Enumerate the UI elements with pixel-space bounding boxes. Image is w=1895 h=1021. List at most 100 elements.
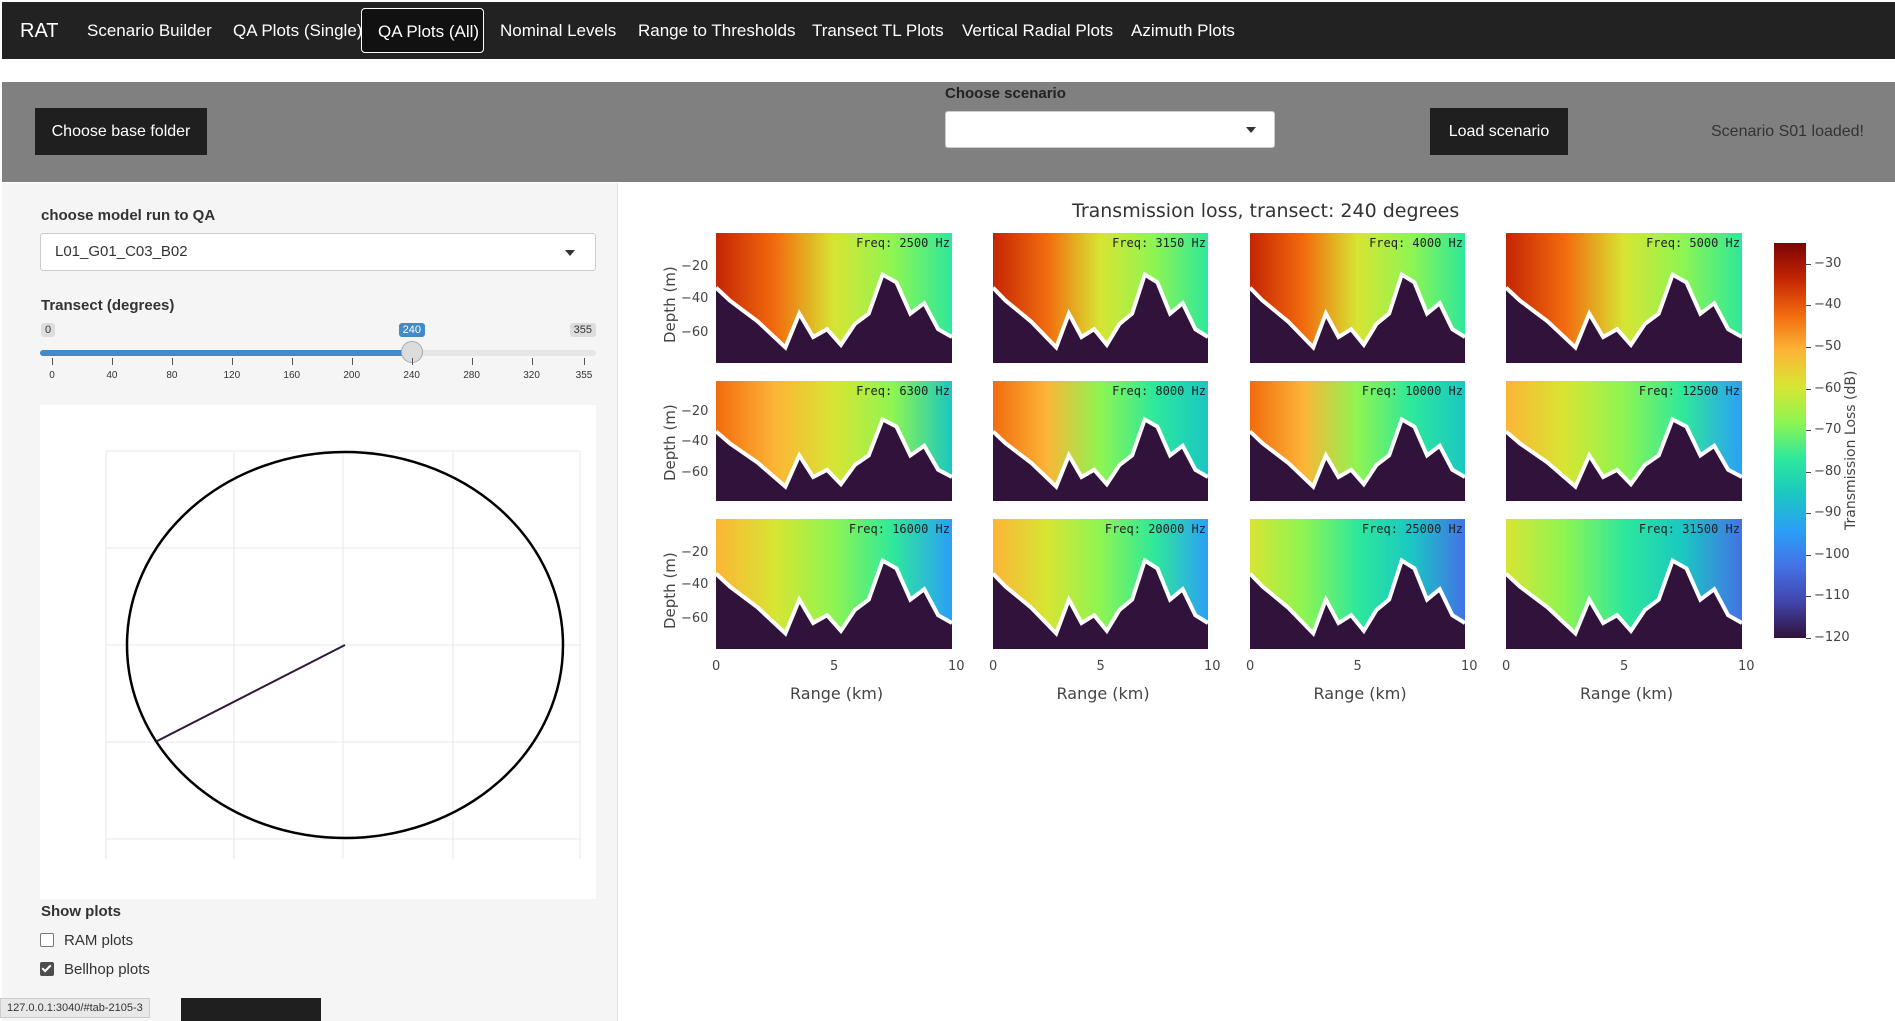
scenario-status-text: Scenario S01 loaded!	[1711, 123, 1864, 140]
colorbar-tick	[1806, 305, 1811, 307]
tab-qa-plots-all[interactable]: QA Plots (All)	[361, 8, 484, 53]
colorbar-tick-label: −30	[1814, 255, 1842, 271]
colorbar-tick-label: −120	[1814, 630, 1850, 645]
tl-panel	[993, 233, 1208, 363]
tab-scenario-builder[interactable]: Scenario Builder	[71, 8, 228, 53]
panel-freq-label: Freq: 10000 Hz	[1361, 384, 1463, 398]
slider-max-label: 355	[569, 323, 596, 337]
panel-freq-label: Freq: 12500 Hz	[1638, 384, 1740, 398]
colorbar-tick-label: −40	[1814, 297, 1842, 313]
show-plots-label: Show plots	[41, 903, 121, 920]
model-run-select-value: L01_G01_C03_B02	[55, 243, 188, 260]
colorbar-tick	[1806, 346, 1811, 348]
colorbar-tick	[1806, 513, 1811, 515]
x-tick-label: 10	[1461, 659, 1478, 674]
y-tick-label: −40	[681, 434, 709, 450]
export-button[interactable]	[181, 998, 321, 1021]
slider-tick-label: 320	[523, 370, 540, 381]
transect-slider[interactable]: 0 355 240 0 40 80 120 160 200 240 280 320 355	[40, 320, 596, 381]
tl-panel	[1250, 233, 1465, 363]
colorbar-tick	[1806, 388, 1811, 390]
chevron-down-icon	[565, 250, 575, 256]
x-tick-label: 0	[1246, 659, 1255, 674]
colorbar-tick-label: −90	[1814, 505, 1842, 521]
x-axis-label: Range (km)	[1056, 684, 1150, 703]
panel-freq-label: Freq: 2500 Hz	[856, 236, 950, 250]
x-tick-label: 0	[1502, 659, 1511, 674]
slider-tick	[231, 358, 233, 365]
tl-panel	[1250, 381, 1465, 501]
tl-panel	[716, 519, 952, 649]
y-tick-label: −20	[681, 544, 709, 560]
model-run-label: choose model run to QA	[41, 207, 216, 224]
tab-qa-plots-single[interactable]: QA Plots (Single)	[217, 8, 378, 53]
panel-freq-label: Freq: 31500 Hz	[1638, 522, 1740, 536]
compass-svg	[105, 450, 581, 859]
colorbar-tick-label: −100	[1814, 546, 1850, 562]
slider-tick-label: 80	[166, 370, 178, 381]
slider-tick-label: 280	[463, 370, 480, 381]
x-tick-label: 5	[1096, 659, 1105, 674]
slider-tick-label: 355	[575, 370, 593, 381]
x-tick-label: 5	[1620, 659, 1629, 674]
colorbar-tick-label: −60	[1814, 380, 1842, 396]
y-axis-label: Depth (m)	[661, 552, 679, 629]
bellhop-plots-checkbox[interactable]	[40, 962, 54, 977]
slider-tick	[111, 358, 113, 365]
colorbar-label: Transmission Loss (dB)	[1843, 370, 1859, 530]
colorbar-tick-label: −50	[1814, 338, 1842, 354]
slider-tick-label: 160	[283, 370, 301, 381]
tab-azimuth-plots[interactable]: Azimuth Plots	[1115, 8, 1251, 53]
slider-tick	[411, 358, 413, 365]
slider-tick-label: 40	[106, 370, 118, 381]
tl-panel	[716, 381, 952, 501]
transect-label: Transect (degrees)	[41, 297, 175, 314]
x-axis-label: Range (km)	[1313, 684, 1407, 703]
chevron-down-icon	[1246, 127, 1256, 133]
x-axis-label: Range (km)	[790, 684, 884, 703]
colorbar	[1774, 243, 1806, 638]
x-tick-label: 5	[830, 659, 839, 674]
panel-freq-label: Freq: 16000 Hz	[848, 522, 950, 536]
slider-tick	[531, 358, 533, 365]
y-tick-label: −20	[681, 258, 709, 274]
slider-tick-label: 200	[343, 370, 361, 381]
scenario-select[interactable]	[945, 111, 1275, 148]
choose-base-folder-button[interactable]: Choose base folder	[35, 108, 207, 155]
slider-value-label: 240	[398, 323, 426, 337]
colorbar-tick	[1806, 596, 1811, 598]
model-run-select[interactable]: L01_G01_C03_B02	[40, 233, 596, 271]
panel-freq-label: Freq: 6300 Hz	[856, 384, 950, 398]
tab-nominal-levels[interactable]: Nominal Levels	[484, 8, 632, 53]
load-scenario-button[interactable]: Load scenario	[1430, 108, 1568, 155]
x-tick-label: 0	[989, 659, 998, 674]
y-tick-label: −60	[681, 465, 709, 481]
tl-panel	[993, 519, 1208, 649]
navbar: RAT Scenario Builder QA Plots (Single) Q…	[2, 2, 1895, 59]
x-tick-label: 10	[1204, 659, 1221, 674]
ram-plots-checkbox[interactable]	[40, 933, 54, 948]
colorbar-tick	[1806, 471, 1811, 473]
y-tick-label: −60	[681, 611, 709, 627]
colorbar-tick	[1806, 638, 1811, 639]
y-tick-label: −40	[681, 577, 709, 593]
brand-title[interactable]: RAT	[20, 20, 59, 43]
tab-range-to-thresholds[interactable]: Range to Thresholds	[622, 8, 812, 53]
bellhop-plots-option[interactable]: Bellhop plots	[40, 961, 150, 978]
chart-title: Transmission loss, transect: 240 degrees	[1072, 200, 1460, 222]
x-tick-label: 0	[712, 659, 721, 674]
tab-vertical-radial-plots[interactable]: Vertical Radial Plots	[946, 8, 1129, 53]
panel-freq-label: Freq: 8000 Hz	[1112, 384, 1206, 398]
choose-scenario-label: Choose scenario	[945, 85, 1066, 102]
tab-transect-tl-plots[interactable]: Transect TL Plots	[796, 8, 960, 53]
slider-fill	[40, 350, 412, 356]
ram-plots-option[interactable]: RAM plots	[40, 932, 133, 949]
tl-panel	[993, 381, 1208, 501]
tl-panel	[1506, 233, 1742, 363]
slider-tick-label: 120	[223, 370, 241, 381]
panel-freq-label: Freq: 5000 Hz	[1646, 236, 1740, 250]
tl-panel	[1506, 381, 1742, 501]
slider-tick	[171, 358, 173, 365]
x-tick-label: 10	[1738, 659, 1755, 674]
slider-tick	[351, 358, 353, 365]
